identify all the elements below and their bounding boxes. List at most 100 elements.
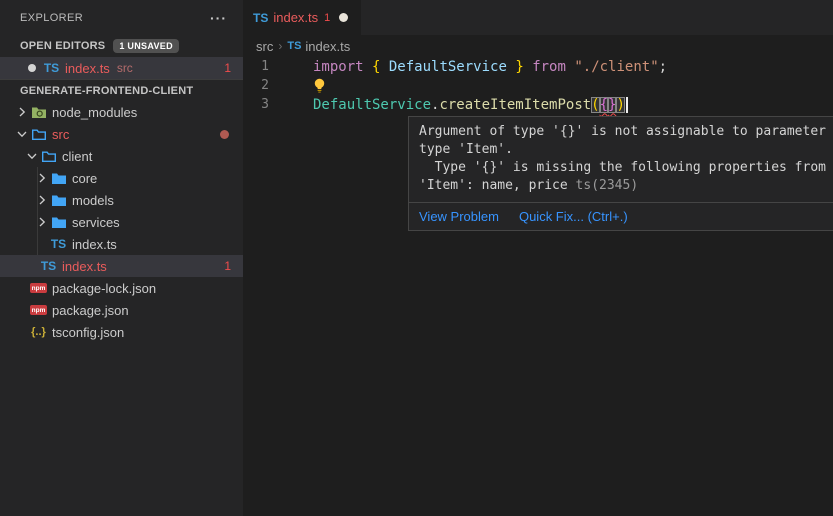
open-editors-label: OPEN EDITORS (20, 40, 105, 52)
code-token: { (600, 97, 608, 113)
open-editor-item[interactable]: TSindex.tssrc1 (0, 57, 243, 79)
breadcrumb-separator-icon: › (278, 39, 282, 53)
tree-indent-spacer (24, 258, 40, 274)
npm-file-icon: npm (30, 280, 47, 296)
folder-icon (50, 170, 67, 186)
folder-icon (50, 192, 67, 208)
tree-indent-spacer (14, 280, 30, 296)
code-token: DefaultService (380, 59, 515, 75)
tree-item-index-ts[interactable]: TS index.ts 1 (0, 255, 243, 277)
folder-open-icon (40, 148, 57, 164)
lightbulb-icon[interactable] (313, 78, 326, 93)
vscode-window: EXPLORER ··· OPEN EDITORS 1 UNSAVED TS in… (0, 0, 833, 516)
breadcrumb-item-src[interactable]: src (256, 39, 273, 54)
project-root-label: GENERATE-FRONTEND-CLIENT (20, 85, 193, 97)
tree-item-package-json[interactable]: npmpackage.json (0, 299, 243, 321)
code-token: } (515, 59, 523, 75)
chevron-down-icon (4, 38, 20, 54)
npm-file-icon: npm (30, 302, 47, 318)
view-problem-link[interactable]: View Problem (419, 209, 499, 224)
tree-item-label: tsconfig.json (52, 325, 124, 340)
tree-item-node-modules[interactable]: node_modules (0, 101, 243, 123)
open-editors-list: TSindex.tssrc1 (0, 57, 243, 79)
error-text: Argument of type '{}' is not assignable … (419, 124, 833, 139)
code-lines: 1 import { DefaultService } from "./clien… (243, 57, 833, 114)
tree-item-label: core (72, 171, 97, 186)
error-text: type 'Item'. (419, 142, 513, 157)
more-actions-icon[interactable]: ··· (210, 10, 227, 26)
chevron-right-icon[interactable] (14, 104, 30, 120)
text-cursor (626, 97, 628, 113)
tree-item-client[interactable]: client (0, 145, 243, 167)
editor-tab-bar: TS index.ts 1 (243, 0, 833, 35)
error-text: Type '{}' is missing the following prope… (419, 160, 826, 175)
error-message-line: type 'Item'. (419, 141, 833, 159)
ts-file-icon: TS (43, 60, 60, 76)
tree-indent-guide (37, 167, 38, 255)
breadcrumb: src › TS index.ts (243, 35, 833, 57)
line-number: 2 (243, 78, 269, 93)
tree-item-label: index.ts (62, 259, 107, 274)
chevron-down-icon[interactable] (24, 148, 40, 164)
tree-item-label: models (72, 193, 114, 208)
chevron-down-icon[interactable] (14, 126, 30, 142)
tree-item-tsconfig-json[interactable]: {..} tsconfig.json (0, 321, 243, 343)
code-token: "./client" (574, 59, 658, 75)
code-token: createItemItemPost (439, 97, 591, 113)
open-editors-section-header[interactable]: OPEN EDITORS 1 UNSAVED (0, 35, 243, 57)
folder-icon (50, 214, 67, 230)
code-token: DefaultService (313, 97, 431, 113)
code-token: . (431, 97, 439, 113)
tree-indent-spacer (14, 324, 30, 340)
node-modules-folder-icon (30, 104, 47, 120)
unsaved-dot-icon[interactable] (339, 13, 348, 22)
error-message-line: Argument of type '{}' is not assignable … (419, 123, 833, 141)
tree-item-label: client (62, 149, 92, 164)
code-token: import (313, 59, 364, 75)
hover-action-bar: View Problem Quick Fix... (Ctrl+.) (409, 202, 833, 230)
error-hover-widget: Argument of type '{}' is not assignable … (408, 116, 833, 231)
line-number: 3 (243, 97, 269, 112)
error-count-badge: 1 (224, 61, 231, 75)
chevron-down-icon (4, 83, 20, 99)
code-line-1: 1 import { DefaultService } from "./clien… (243, 57, 833, 76)
error-count-badge: 1 (224, 259, 231, 273)
error-text: 'Item': name, price (419, 178, 576, 193)
code-token (364, 59, 372, 75)
code-token: from (532, 59, 566, 75)
code-token: { (372, 59, 380, 75)
code-token: ( (591, 97, 599, 113)
folder-error-dot-icon (220, 130, 229, 139)
line-number: 1 (243, 59, 269, 74)
ts-file-icon: TS (253, 11, 268, 25)
code-token: ; (659, 59, 667, 75)
unsaved-dot-icon[interactable] (28, 64, 36, 72)
project-section-header[interactable]: GENERATE-FRONTEND-CLIENT (0, 79, 243, 101)
error-code: ts(2345) (576, 178, 639, 193)
quick-fix-link[interactable]: Quick Fix... (Ctrl+.) (519, 209, 628, 224)
tree-item-label: package-lock.json (52, 281, 156, 296)
tree-item-src[interactable]: src (0, 123, 243, 145)
tab-error-count-badge: 1 (324, 12, 330, 24)
code-line-2: 2 (243, 76, 833, 95)
explorer-sidebar: EXPLORER ··· OPEN EDITORS 1 UNSAVED TS in… (0, 0, 243, 516)
ts-file-icon: TS (40, 258, 57, 274)
ts-file-icon: TS (50, 236, 67, 252)
ts-file-icon: TS (287, 40, 301, 52)
unsaved-count-badge: 1 UNSAVED (113, 39, 179, 53)
code-token (566, 59, 574, 75)
error-message: Argument of type '{}' is not assignable … (409, 117, 833, 202)
tab-index-ts[interactable]: TS index.ts 1 (243, 0, 361, 35)
error-message-line: Type '{}' is missing the following prope… (419, 159, 833, 177)
error-message-line: 'Item': name, price ts(2345) (419, 177, 833, 195)
explorer-title: EXPLORER (20, 12, 83, 24)
open-editor-filename: index.ts (65, 61, 110, 76)
code-line-3: 3DefaultService.createItemItemPost({}) (243, 95, 833, 114)
tree-indent-spacer (14, 302, 30, 318)
code-token: ) (616, 97, 624, 113)
breadcrumb-item-file[interactable]: index.ts (305, 39, 350, 54)
tree-item-label: services (72, 215, 120, 230)
tree-item-package-lock-json[interactable]: npm package-lock.json (0, 277, 243, 299)
json-file-icon: {..} (30, 324, 47, 340)
tree-item-label: node_modules (52, 105, 137, 120)
